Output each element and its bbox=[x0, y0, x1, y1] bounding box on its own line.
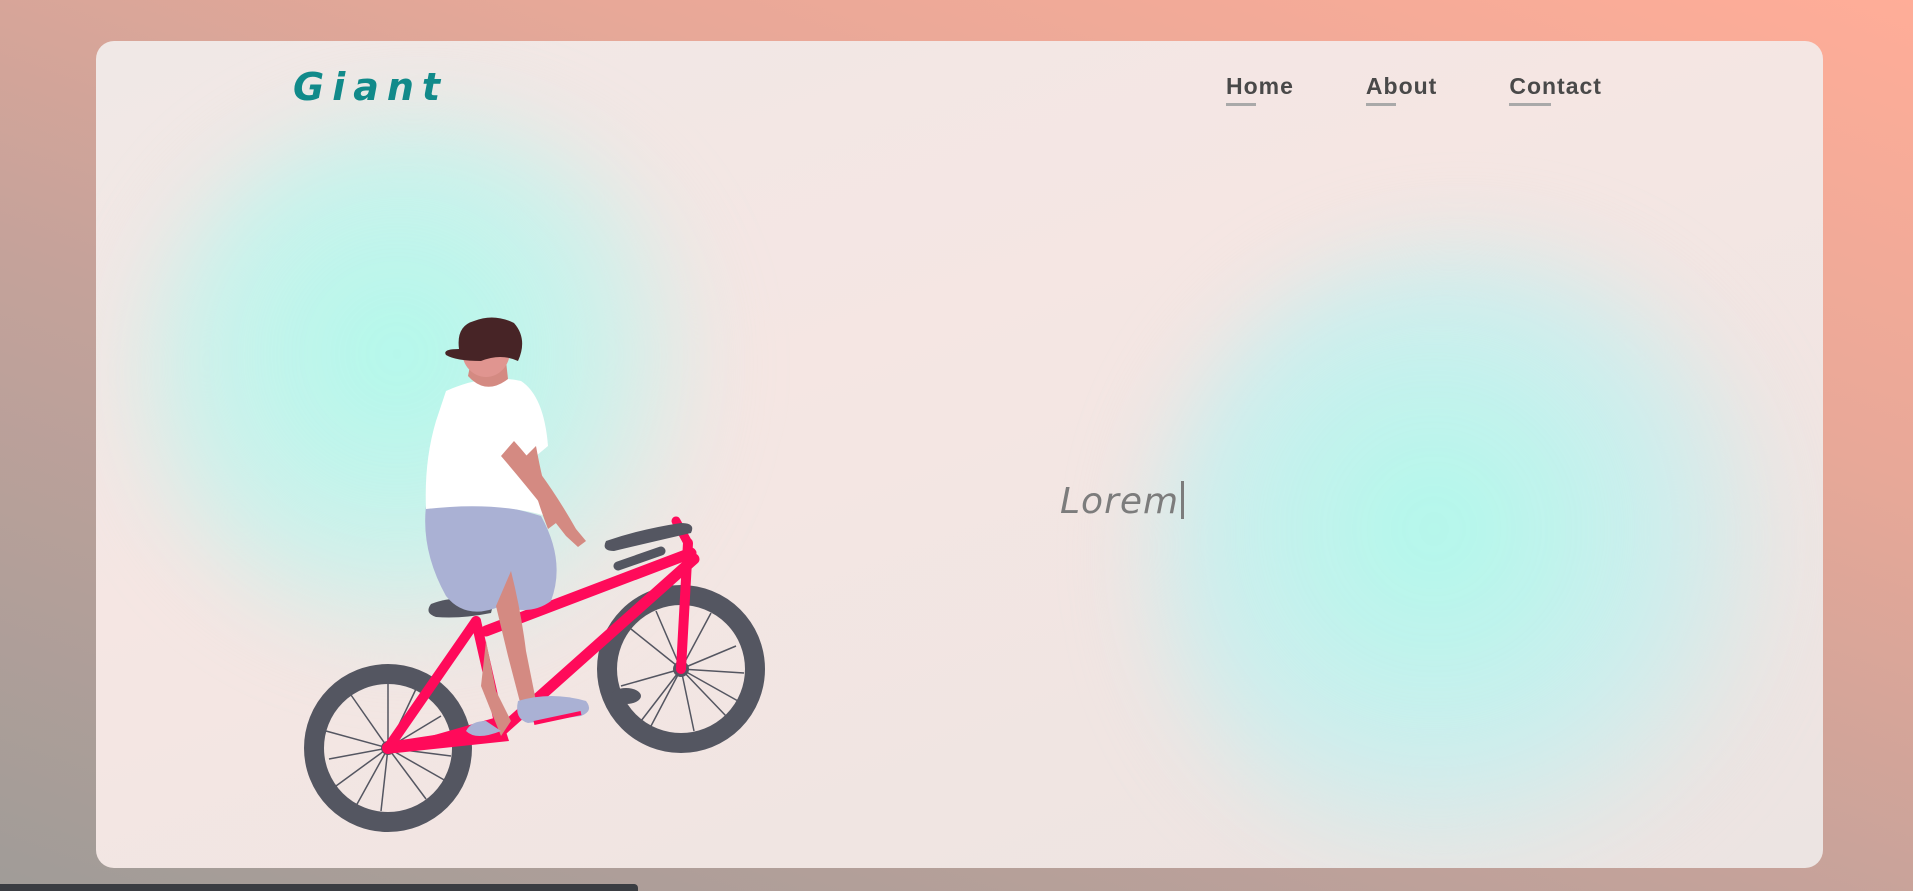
handlebar bbox=[604, 523, 693, 551]
hero-typing-text: Lorem bbox=[1060, 481, 1185, 522]
top-nav: Home About Contact bbox=[1226, 73, 1602, 106]
decorative-blob-right bbox=[1146, 241, 1786, 868]
typing-cursor bbox=[1181, 481, 1185, 519]
logo[interactable]: Giant bbox=[293, 65, 448, 109]
nav-about-link[interactable]: About bbox=[1365, 73, 1437, 106]
main-card: Giant Home About Contact Lorem bbox=[96, 41, 1823, 868]
nav-contact-link[interactable]: Contact bbox=[1509, 73, 1602, 106]
horizontal-scrollbar[interactable] bbox=[0, 884, 638, 891]
nav-home-link[interactable]: Home bbox=[1226, 73, 1294, 106]
hero-text-value: Lorem bbox=[1060, 481, 1180, 522]
bicycle-rider-illustration bbox=[304, 317, 765, 832]
